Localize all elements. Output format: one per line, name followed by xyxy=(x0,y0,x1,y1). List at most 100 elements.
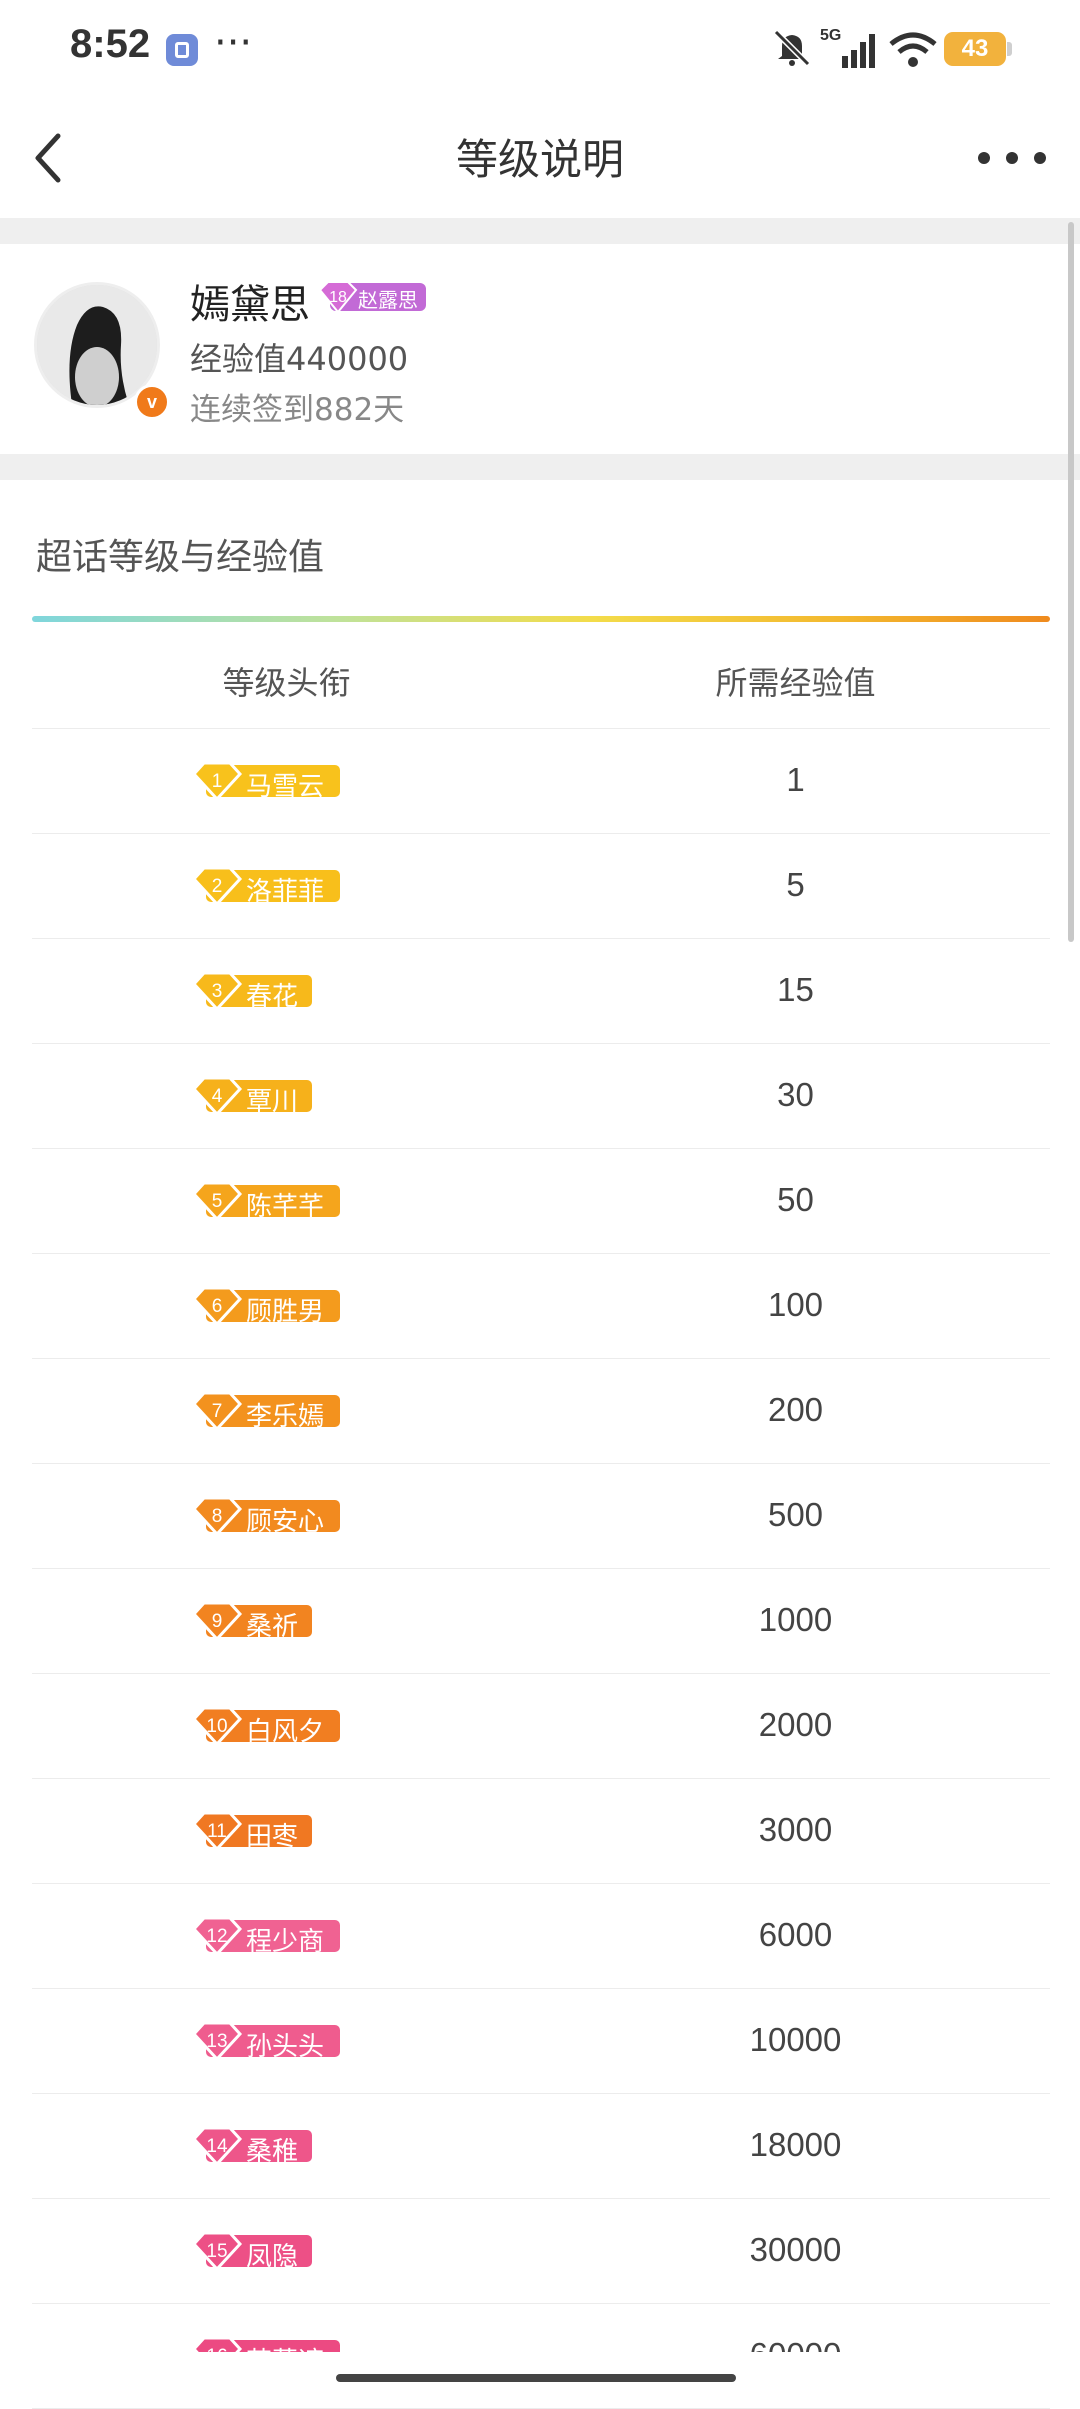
level-badge: 4 覃川 xyxy=(192,1076,314,1117)
required-exp: 15 xyxy=(777,971,814,1008)
user-level-title: 赵露思 xyxy=(358,288,418,312)
required-exp: 500 xyxy=(767,1496,824,1533)
svg-text:13: 13 xyxy=(206,2031,227,2052)
level-title: 覃川 xyxy=(246,1087,299,1117)
svg-text:2: 2 xyxy=(212,876,223,897)
required-exp: 1000 xyxy=(758,1601,833,1638)
level-badge: 3 春花 xyxy=(192,971,314,1012)
level-title: 桑稚 xyxy=(246,2137,299,2167)
level-badge: 1 马雪云 xyxy=(192,761,342,802)
experience-value: 经验值440000 xyxy=(190,340,409,378)
user-name: 嫣黛思 xyxy=(190,282,310,328)
required-exp: 30 xyxy=(777,1076,814,1113)
svg-text:10: 10 xyxy=(206,1716,227,1737)
header-required-exp: 所需经验值 xyxy=(715,664,876,702)
level-title: 白风夕 xyxy=(246,1717,325,1747)
required-exp: 6000 xyxy=(758,1916,833,1953)
svg-text:8: 8 xyxy=(212,1506,223,1527)
level-title: 程少商 xyxy=(246,1927,325,1957)
more-button[interactable] xyxy=(974,126,1050,186)
level-title: 顾胜男 xyxy=(246,1297,325,1327)
status-time: 8:52 xyxy=(70,22,151,66)
user-level-badge: 18 赵露思 xyxy=(318,280,428,314)
required-exp: 5 xyxy=(786,866,805,903)
header-level-title: 等级头衔 xyxy=(222,664,351,702)
required-exp: 30000 xyxy=(749,2231,842,2268)
status-bar: 8:52 ··· 5G 43 xyxy=(0,0,1080,96)
level-title: 马雪云 xyxy=(246,772,325,802)
level-title: 李乐嫣 xyxy=(246,1402,325,1432)
level-table: 等级头衔 所需经验值 1 马雪云 1 2 洛菲菲 5 3 春花 15 4 覃川 30 5 陈芊芊 50 6 顾胜… xyxy=(32,624,1050,2409)
divider xyxy=(0,218,1080,244)
svg-text:15: 15 xyxy=(206,2241,227,2262)
required-exp: 50 xyxy=(777,1181,814,1218)
more-dot-icon xyxy=(1006,152,1018,164)
level-title: 春花 xyxy=(246,982,299,1012)
required-exp: 2000 xyxy=(758,1706,833,1743)
svg-text:5: 5 xyxy=(212,1191,223,1212)
divider xyxy=(0,454,1080,480)
verified-badge-icon: v xyxy=(134,384,170,420)
level-title: 孙头头 xyxy=(246,2032,325,2062)
required-exp: 1 xyxy=(786,761,805,798)
table-row: 6 顾胜男 100 xyxy=(32,1254,1050,1359)
wifi-icon xyxy=(889,32,937,67)
table-row: 15 凤隐 30000 xyxy=(32,2199,1050,2304)
svg-text:18: 18 xyxy=(329,289,347,306)
table-row: 9 桑祈 1000 xyxy=(32,1569,1050,1674)
level-title: 凤隐 xyxy=(246,2242,299,2272)
battery-tip xyxy=(1007,42,1012,56)
svg-text:9: 9 xyxy=(212,1611,223,1632)
level-badge: 2 洛菲菲 xyxy=(192,866,342,907)
svg-text:7: 7 xyxy=(212,1401,223,1422)
checkin-streak: 连续签到882天 xyxy=(190,392,405,428)
table-row: 13 孙头头 10000 xyxy=(32,1989,1050,2094)
nav-bar: 等级说明 xyxy=(0,96,1080,218)
table-row: 4 覃川 30 xyxy=(32,1044,1050,1149)
table-row: 7 李乐嫣 200 xyxy=(32,1359,1050,1464)
page-title: 等级说明 xyxy=(455,135,624,184)
level-badge: 12 程少商 xyxy=(192,1916,342,1957)
level-badge: 7 李乐嫣 xyxy=(192,1391,342,1432)
required-exp: 18000 xyxy=(749,2126,842,2163)
profile-card: v 嫣黛思 18 赵露思 经验值440000 连续签到882天 xyxy=(0,244,1080,454)
signal-icon: 5G xyxy=(820,27,875,68)
required-exp: 10000 xyxy=(749,2021,842,2058)
scrollbar[interactable] xyxy=(1068,222,1074,942)
table-row: 11 田枣 3000 xyxy=(32,1779,1050,1884)
level-badge: 15 凤隐 xyxy=(192,2231,314,2272)
home-indicator[interactable] xyxy=(336,2374,736,2382)
level-title: 洛菲菲 xyxy=(246,877,325,907)
required-exp: 3000 xyxy=(758,1811,833,1848)
level-title: 田枣 xyxy=(246,1822,299,1852)
level-badge: 10 白风夕 xyxy=(192,1706,342,1747)
svg-text:5G: 5G xyxy=(820,27,841,44)
more-dot-icon xyxy=(1034,152,1046,164)
section-title: 超话等级与经验值 xyxy=(36,537,325,578)
required-exp: 200 xyxy=(767,1391,824,1428)
table-row: 5 陈芊芊 50 xyxy=(32,1149,1050,1254)
app-notification-icon xyxy=(166,34,198,66)
table-row: 12 程少商 6000 xyxy=(32,1884,1050,1989)
more-dot-icon xyxy=(978,152,990,164)
table-row: 14 桑稚 18000 xyxy=(32,2094,1050,2199)
level-title: 陈芊芊 xyxy=(246,1192,325,1222)
gradient-divider xyxy=(32,616,1050,622)
table-row: 8 顾安心 500 xyxy=(32,1464,1050,1569)
level-badge: 9 桑祈 xyxy=(192,1601,314,1642)
table-row: 1 马雪云 1 xyxy=(32,729,1050,834)
avatar-image xyxy=(37,285,157,405)
svg-text:6: 6 xyxy=(212,1296,223,1317)
svg-text:1: 1 xyxy=(212,771,223,792)
level-badge: 13 孙头头 xyxy=(192,2021,342,2062)
mute-icon xyxy=(773,29,811,67)
svg-text:12: 12 xyxy=(206,1926,227,1947)
svg-text:3: 3 xyxy=(212,981,223,1002)
more-notifications-icon: ··· xyxy=(214,20,253,66)
required-exp: 100 xyxy=(767,1286,824,1323)
svg-text:11: 11 xyxy=(207,1821,227,1842)
level-badge: 14 桑稚 xyxy=(192,2126,314,2167)
level-badge: 8 顾安心 xyxy=(192,1496,342,1537)
level-title: 桑祈 xyxy=(246,1612,299,1642)
table-row: 3 春花 15 xyxy=(32,939,1050,1044)
